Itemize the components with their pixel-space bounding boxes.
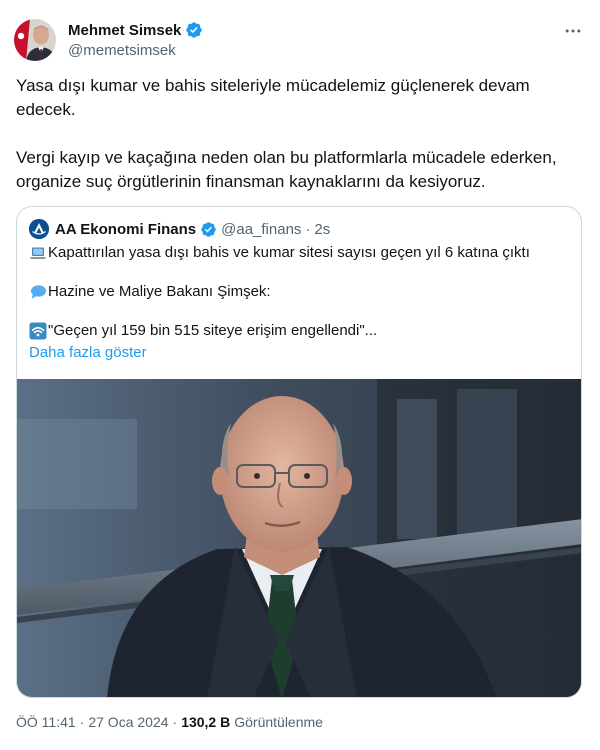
author-name[interactable]: Mehmet Simsek: [68, 22, 181, 39]
tweet: Mehmet Simsek @memetsimsek Yasa dışı kum…: [0, 0, 600, 750]
separator-dot: ·: [305, 220, 311, 238]
quoted-tweet-time[interactable]: 2s: [314, 221, 330, 238]
wifi-signal-emoji: [29, 322, 47, 340]
quoted-line: Kapattırılan yasa dışı bahis ve kumar si…: [29, 243, 569, 263]
separator-dot: ·: [79, 714, 85, 730]
quoted-tweet-card[interactable]: AA Ekonomi Finans @aa_finans · 2s Kapatt…: [16, 206, 582, 698]
quoted-tweet-header: AA Ekonomi Finans @aa_finans · 2s: [29, 219, 330, 239]
author-avatar[interactable]: [14, 19, 56, 61]
quoted-tweet-image[interactable]: [17, 379, 581, 697]
quoted-line-text: "Geçen yıl 159 bin 515 siteye erişim eng…: [48, 322, 378, 339]
quoted-author-handle: @aa_finans: [221, 220, 302, 238]
laptop-emoji: [29, 244, 47, 262]
quoted-line-text: Hazine ve Maliye Bakanı Şimşek:: [48, 283, 271, 300]
author-name-row: Mehmet Simsek: [68, 20, 203, 40]
verified-badge-icon: [200, 221, 217, 238]
quoted-author-name[interactable]: AA Ekonomi Finans: [55, 221, 196, 238]
tweet-date[interactable]: 27 Oca 2024: [88, 714, 168, 730]
tweet-paragraph: Vergi kayıp ve kaçağına neden olan bu pl…: [16, 148, 557, 191]
tweet-meta: ÖÖ 11:41 · 27 Oca 2024 · 130,2 B Görüntü…: [16, 714, 323, 730]
more-options-icon: [565, 29, 581, 33]
author-block: Mehmet Simsek @memetsimsek: [68, 20, 203, 59]
show-more-link[interactable]: Daha fazla göster: [29, 344, 147, 361]
quoted-line: "Geçen yıl 159 bin 515 siteye erişim eng…: [29, 321, 569, 341]
views-count: 130,2 B: [181, 714, 231, 730]
separator-dot: ·: [172, 714, 178, 730]
quoted-author-avatar[interactable]: [29, 219, 49, 239]
tweet-time[interactable]: ÖÖ 11:41: [16, 714, 76, 730]
quoted-line-text: Kapattırılan yasa dışı bahis ve kumar si…: [48, 244, 530, 261]
views-label: Görüntülenme: [234, 714, 323, 730]
quoted-tweet-text: Kapattırılan yasa dışı bahis ve kumar si…: [29, 243, 569, 341]
tweet-paragraph: Yasa dışı kumar ve bahis siteleriyle müc…: [16, 76, 530, 119]
author-handle[interactable]: @memetsimsek: [68, 42, 203, 59]
speech-bubble-emoji: [29, 283, 47, 301]
quoted-line: Hazine ve Maliye Bakanı Şimşek:: [29, 282, 569, 302]
verified-badge-icon[interactable]: [185, 21, 203, 39]
tweet-text: Yasa dışı kumar ve bahis siteleriyle müc…: [16, 74, 576, 194]
more-options-button[interactable]: [562, 22, 584, 40]
